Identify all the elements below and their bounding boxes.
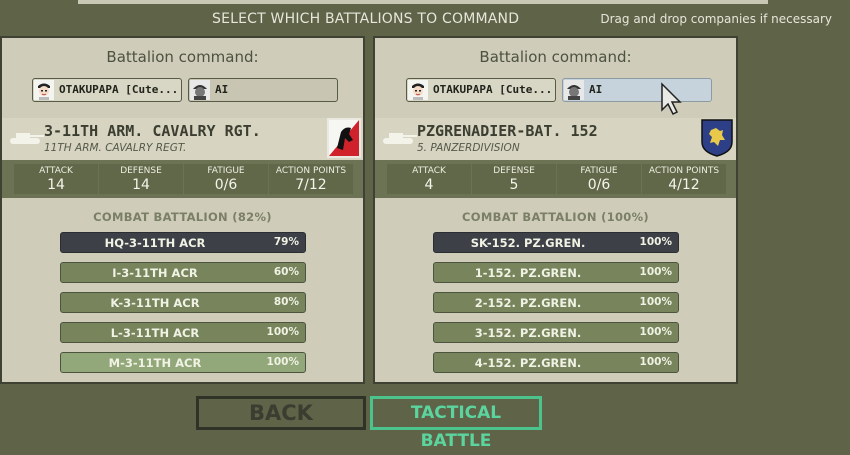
header: SELECT WHICH BATTALIONS TO COMMAND Drag … bbox=[0, 4, 850, 34]
stat-attack: ATTACK 14 bbox=[14, 164, 98, 194]
stat-value: 4 bbox=[424, 177, 434, 193]
company-strength: 100% bbox=[639, 326, 672, 338]
stat-label: ATTACK bbox=[39, 166, 73, 176]
stat-action-points: ACTION POINTS 7/12 bbox=[269, 164, 353, 194]
battalion-command-label: Battalion command: bbox=[106, 48, 259, 66]
stat-action-points: ACTION POINTS 4/12 bbox=[642, 164, 726, 194]
player-slot[interactable]: OTAKUPAPA [Cute... bbox=[32, 78, 182, 102]
stat-value: 0/6 bbox=[587, 177, 611, 193]
company-item[interactable]: 3-152. PZ.GREN. 100% bbox=[433, 322, 679, 343]
stat-label: DEFENSE bbox=[120, 166, 162, 176]
unit-stats: ATTACK 4 DEFENSE 5 FATIGUE 0/6 ACTION PO… bbox=[375, 160, 736, 198]
company-strength: 79% bbox=[273, 236, 299, 248]
battalion-panel-left: Battalion command: OTAKUPAPA [Cute... AI… bbox=[0, 36, 365, 384]
stat-attack: ATTACK 4 bbox=[387, 164, 471, 194]
company-item[interactable]: 1-152. PZ.GREN. 100% bbox=[433, 262, 679, 283]
player-slot[interactable]: OTAKUPAPA [Cute... bbox=[406, 78, 556, 102]
unit-name: 3-11TH ARM. CAVALRY RGT. bbox=[44, 122, 261, 140]
company-strength: 100% bbox=[639, 356, 672, 368]
company-item[interactable]: L-3-11TH ACR 100% bbox=[60, 322, 306, 343]
mouse-cursor-icon bbox=[661, 82, 682, 116]
stat-defense: DEFENSE 5 bbox=[472, 164, 556, 194]
company-item[interactable]: I-3-11TH ACR 60% bbox=[60, 262, 306, 283]
ai-slot[interactable]: AI bbox=[562, 78, 712, 102]
stat-fatigue: FATIGUE 0/6 bbox=[184, 164, 268, 194]
unit-header: PZGRENADIER-BAT. 152 5. PANZERDIVISION bbox=[375, 118, 736, 160]
company-item[interactable]: SK-152. PZ.GREN. 100% bbox=[433, 232, 679, 253]
unit-subtitle: 11TH ARM. CAVALRY REGT. bbox=[44, 142, 187, 154]
stat-value: 7/12 bbox=[295, 177, 327, 193]
tank-icon bbox=[10, 133, 44, 144]
ai-name: AI bbox=[215, 83, 229, 96]
company-item[interactable]: 2-152. PZ.GREN. 100% bbox=[433, 292, 679, 313]
division-insignia-icon bbox=[701, 119, 733, 157]
battalion-title: COMBAT BATTALION (100%) bbox=[462, 210, 649, 224]
back-button[interactable]: BACK bbox=[196, 396, 366, 430]
company-item[interactable]: HQ-3-11TH ACR 79% bbox=[60, 232, 306, 253]
player-name: OTAKUPAPA [Cute... bbox=[59, 83, 179, 96]
ai-avatar bbox=[190, 80, 210, 100]
company-name: 4-152. PZ.GREN. bbox=[474, 356, 582, 370]
drag-hint: Drag and drop companies if necessary bbox=[600, 12, 832, 26]
battalion-command-label: Battalion command: bbox=[479, 48, 632, 66]
stat-label: ACTION POINTS bbox=[275, 166, 347, 176]
cavalry-insignia-icon bbox=[327, 118, 361, 158]
company-strength: 100% bbox=[266, 356, 299, 368]
stat-value: 5 bbox=[509, 177, 519, 193]
company-name: HQ-3-11TH ACR bbox=[104, 236, 206, 250]
company-name: K-3-11TH ACR bbox=[110, 296, 200, 310]
tactical-battle-button[interactable]: TACTICAL BATTLE bbox=[370, 396, 542, 451]
stat-defense: DEFENSE 14 bbox=[99, 164, 183, 194]
company-name: I-3-11TH ACR bbox=[112, 266, 198, 280]
stat-value: 0/6 bbox=[214, 177, 238, 193]
company-strength: 100% bbox=[639, 236, 672, 248]
stat-label: DEFENSE bbox=[493, 166, 535, 176]
stat-label: FATIGUE bbox=[580, 166, 618, 176]
company-name: M-3-11TH ACR bbox=[108, 356, 202, 370]
player-name: OTAKUPAPA [Cute... bbox=[433, 83, 553, 96]
company-name: SK-152. PZ.GREN. bbox=[470, 236, 586, 250]
company-name: 3-152. PZ.GREN. bbox=[474, 326, 582, 340]
unit-subtitle: 5. PANZERDIVISION bbox=[417, 142, 520, 154]
company-item[interactable]: 4-152. PZ.GREN. 100% bbox=[433, 352, 679, 373]
battalion-title: COMBAT BATTALION (82%) bbox=[93, 210, 272, 224]
company-name: 1-152. PZ.GREN. bbox=[474, 266, 582, 280]
company-strength: 60% bbox=[273, 266, 299, 278]
player-avatar bbox=[34, 80, 54, 100]
player-avatar bbox=[408, 80, 428, 100]
ai-avatar bbox=[564, 80, 584, 100]
company-name: 2-152. PZ.GREN. bbox=[474, 296, 582, 310]
stat-value: 4/12 bbox=[668, 177, 700, 193]
stat-label: ACTION POINTS bbox=[648, 166, 720, 176]
stat-value: 14 bbox=[47, 177, 65, 193]
company-strength: 80% bbox=[273, 296, 299, 308]
company-item[interactable]: M-3-11TH ACR 100% bbox=[60, 352, 306, 373]
page-title: SELECT WHICH BATTALIONS TO COMMAND bbox=[212, 11, 520, 27]
stat-value: 14 bbox=[132, 177, 150, 193]
stat-fatigue: FATIGUE 0/6 bbox=[557, 164, 641, 194]
company-strength: 100% bbox=[266, 326, 299, 338]
stat-label: ATTACK bbox=[412, 166, 446, 176]
tank-icon bbox=[383, 133, 417, 144]
ai-name: AI bbox=[589, 83, 603, 96]
company-item[interactable]: K-3-11TH ACR 80% bbox=[60, 292, 306, 313]
company-strength: 100% bbox=[639, 296, 672, 308]
unit-stats: ATTACK 14 DEFENSE 14 FATIGUE 0/6 ACTION … bbox=[2, 160, 363, 198]
unit-name: PZGRENADIER-BAT. 152 bbox=[417, 122, 598, 140]
ai-slot[interactable]: AI bbox=[188, 78, 338, 102]
company-name: L-3-11TH ACR bbox=[110, 326, 200, 340]
unit-header: 3-11TH ARM. CAVALRY RGT. 11TH ARM. CAVAL… bbox=[2, 118, 363, 160]
company-strength: 100% bbox=[639, 266, 672, 278]
stat-label: FATIGUE bbox=[207, 166, 245, 176]
